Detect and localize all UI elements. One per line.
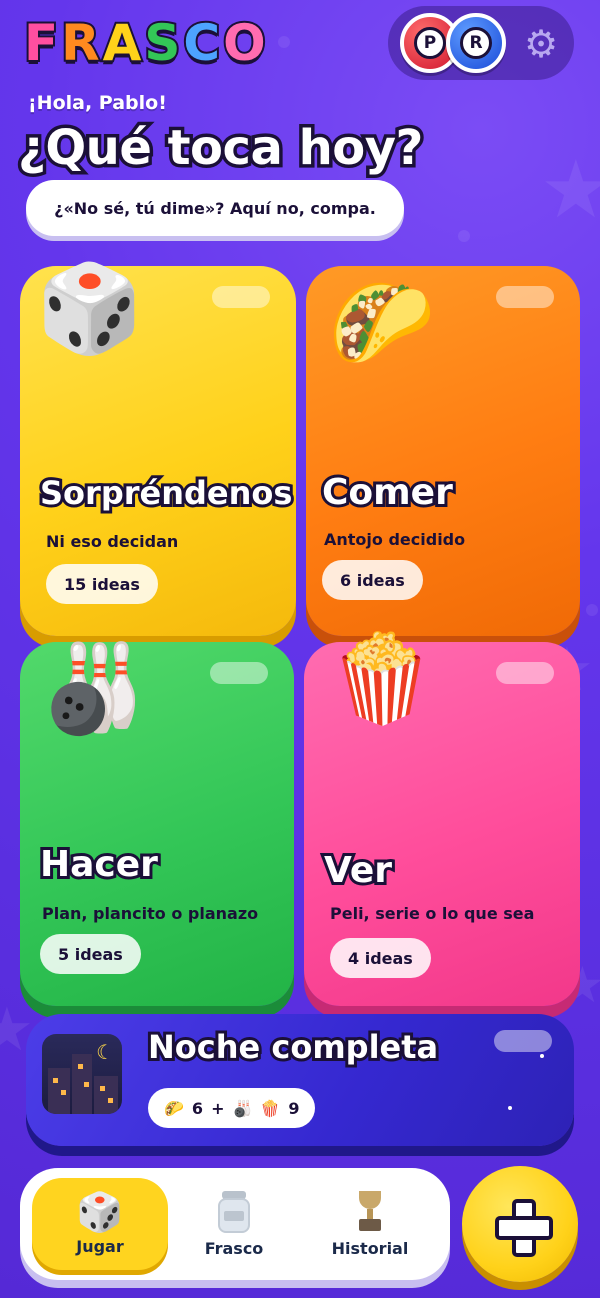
bottom-navigation: 🎲 Jugar Frasco Historial [20,1168,450,1280]
combo-count: 6 [191,1098,204,1118]
nav-label: Jugar [76,1236,124,1256]
night-combo-badge: 🌮 6 + 🎳 🍿 9 [148,1088,316,1128]
category-card-hacer[interactable]: 🎳 Hacer Plan, plancito o planazo 5 ideas [20,642,294,1006]
card-count-badge: 15 ideas [46,564,158,604]
page-title: ¿Qué toca hoy? [15,117,427,180]
card-title: Comer [319,469,456,516]
sparkle [540,1054,544,1058]
card-count-badge: 5 ideas [40,934,141,974]
background-dot [458,230,470,242]
card-description: Antojo decidido [324,530,466,549]
night-city-icon: ☾ [42,1034,122,1114]
combo-plus: + [211,1098,225,1118]
nav-label: Frasco [204,1238,264,1258]
taco-icon: 🌮 [164,1098,184,1118]
window [78,1064,83,1069]
dice-icon: 🎲 [76,1189,124,1234]
card-description: Ni eso decidan [46,532,179,551]
building [72,1054,92,1114]
card-shine [496,662,554,684]
bowling-icon: 🎳 [40,639,148,739]
nav-item-jugar[interactable]: 🎲 Jugar [32,1178,168,1270]
subtitle-pill: ¿«No sé, tú dime»? Aquí no, compa. [26,180,404,236]
window [108,1098,113,1103]
players-group[interactable]: P R ⚙ [388,6,574,80]
gear-icon[interactable]: ⚙ [522,25,560,63]
card-count-badge: 6 ideas [322,560,423,600]
nav-label: Historial [331,1238,409,1258]
card-shine [210,662,268,684]
trophy-icon [353,1190,387,1233]
taco-icon: 🌮 [328,273,436,373]
greeting-text: ¡Hola, Pablo! [28,92,167,114]
window [84,1082,89,1087]
avatar-player-r[interactable]: R [446,13,506,73]
logo-letter: F [22,12,60,74]
card-description: Plan, plancito o planazo [42,904,259,923]
nav-item-historial[interactable]: Historial [302,1178,438,1270]
card-shine [212,286,270,308]
full-night-banner[interactable]: ☾ Noche completa 🌮 6 + 🎳 🍿 9 [26,1014,574,1146]
category-card-ver[interactable]: 🍿 Ver Peli, serie o lo que sea 4 ideas [304,636,580,1006]
category-card-comer[interactable]: 🌮 Comer Antojo decidido 6 ideas [306,266,580,636]
card-count-badge: 4 ideas [330,938,431,978]
window [61,1090,66,1095]
popcorn-icon: 🍿 [328,629,436,729]
category-card-sorprendenos[interactable]: 🎲 Sorpréndenos Ni eso decidan 15 ideas [20,266,296,636]
card-title: Ver [321,847,395,894]
dice-icon: 🎲 [36,259,144,359]
building [94,1076,118,1114]
avatar-initial: P [414,27,446,59]
nav-item-frasco[interactable]: Frasco [166,1178,302,1270]
subtitle-text: ¿«No sé, tú dime»? Aquí no, compa. [54,198,376,218]
logo-letter: O [221,12,267,74]
avatar-initial: R [460,27,492,59]
building [48,1068,70,1114]
combo-count: 9 [288,1098,300,1118]
jar-icon [218,1190,250,1233]
add-idea-button[interactable] [462,1166,578,1282]
card-description: Peli, serie o lo que sea [330,904,535,923]
window [53,1078,58,1083]
logo-letter: C [181,12,222,74]
plus-icon [495,1199,553,1257]
app-logo: F R A S C O [22,12,268,74]
card-shine [496,286,554,308]
logo-letter: S [142,12,182,74]
logo-letter: A [101,12,144,74]
sparkle [508,1106,512,1110]
background-dot [586,604,598,616]
card-title: Hacer [37,841,161,888]
card-title: Sorpréndenos [37,471,295,515]
popcorn-icon: 🍿 [260,1098,281,1118]
logo-letter: R [59,12,101,74]
window [100,1086,105,1091]
bowling-icon: 🎳 [232,1098,253,1118]
background-dot [278,36,290,48]
moon-icon: ☾ [96,1040,114,1064]
background-star: ★ [540,143,600,236]
night-title: Noche completa [145,1025,441,1069]
card-shine [494,1030,552,1052]
